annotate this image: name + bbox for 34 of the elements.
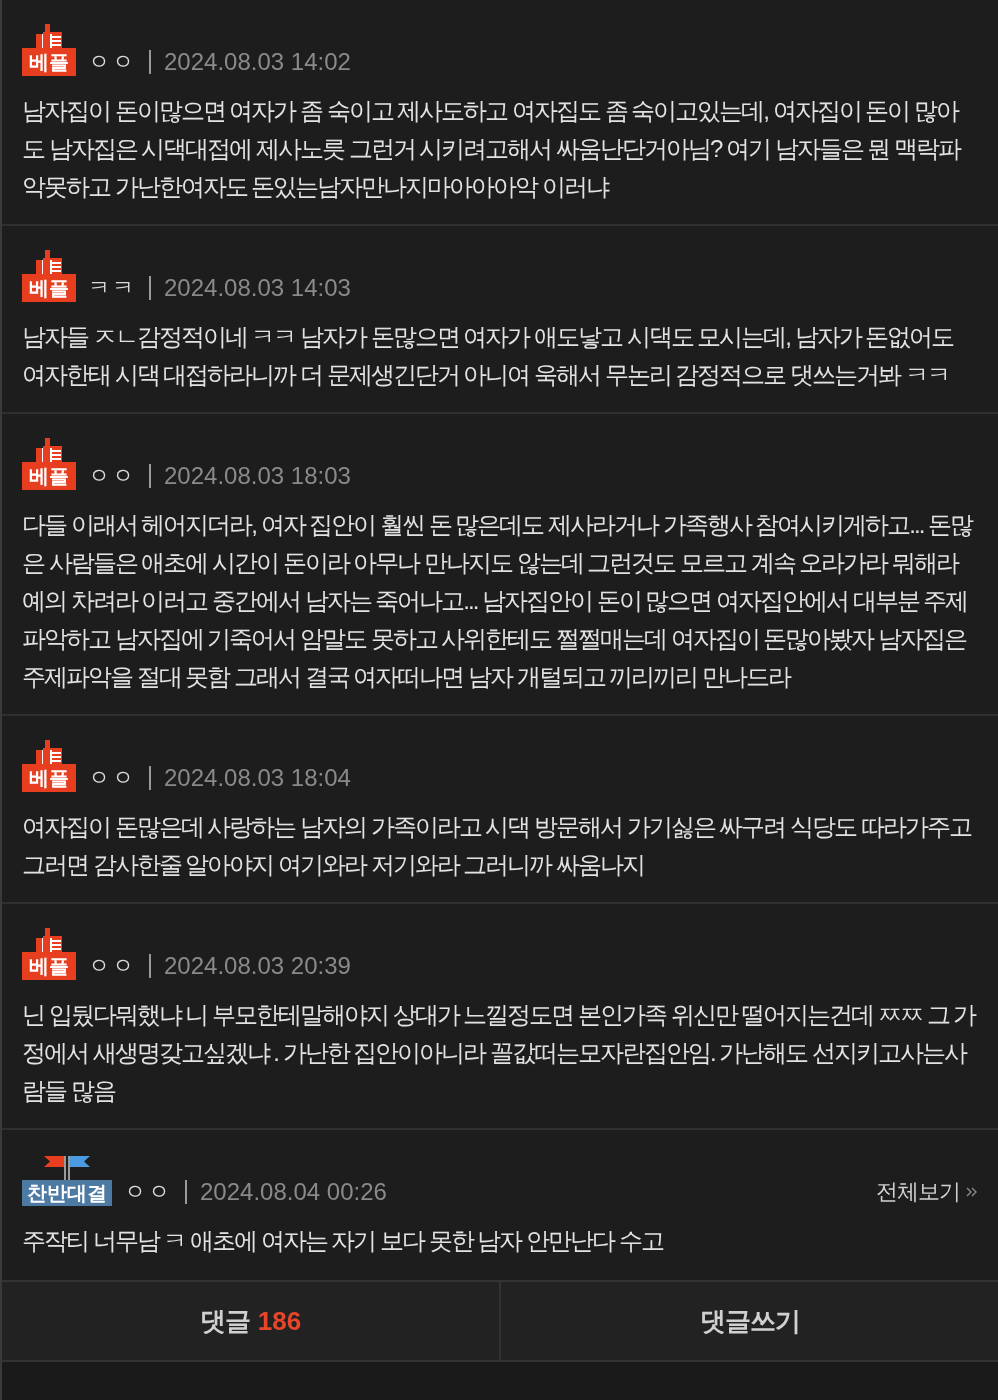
thumbs-up-icon [36,250,62,274]
thumbs-up-icon [36,740,62,764]
thumbs-up-icon [36,438,62,462]
best-badge: 베플 [22,274,76,302]
thumbs-up-icon [36,24,62,48]
double-chevron-icon [966,1186,978,1198]
view-all-link[interactable]: 전체보기 [876,1178,978,1206]
comment-date: 2024.08.03 18:04 [164,764,351,792]
nickname: ㅇㅇ [124,1178,172,1206]
comments-count-button[interactable]: 댓글 186 [2,1282,501,1360]
nickname: ㅇㅇ [88,48,136,76]
write-comment-button[interactable]: 댓글쓰기 [501,1282,998,1360]
comment-date: 2024.08.03 14:02 [164,48,351,76]
best-badge: 베플 [22,48,76,76]
nickname: ㅋㅋ [88,274,136,302]
thumbs-up-icon [36,928,62,952]
best-badge: 베플 [22,462,76,490]
nickname: ㅇㅇ [88,952,136,980]
nickname: ㅇㅇ [88,462,136,490]
comment-date: 2024.08.03 20:39 [164,952,351,980]
comment-date: 2024.08.04 00:26 [200,1178,387,1206]
best-badge: 베플 [22,764,76,792]
comment-date: 2024.08.03 14:03 [164,274,351,302]
comment-text: 주작티 너무남 ㅋ 애초에 여자는 자기 보다 못한 남자 안만난다 수고 [22,1226,665,1256]
comment-text: 여자집이 돈많은데 사랑하는 남자의 가족이라고 시댁 방문해서 가기싫은 싸구려 식당도 따라가주고 그러면 감사한줄 알아야지 여기와라 저기와라 그러니까 싸움나지 [22,812,973,880]
flags-icon [44,1154,90,1180]
best-badge: 베플 [22,952,76,980]
debate-badge: 찬반대결 [22,1180,112,1206]
comment-text: 닌 입뒀다뭐했냐 니 부모한테말해야지 상대가 느낄정도면 본인가족 위신만 떨어지는건데 ㅉㅉ 그 가정에서 새생명갖고싶겠냐 . 가난한 집안이아니라 꼴값떠는모자란집안임. 가난해도 선지키고사는사람들 많음 [22,1000,977,1106]
comment-text: 남자집이 돈이많으면 여자가 좀 숙이고 제사도하고 여자집도 좀 숙이고있는데, 여자집이 돈이 많아도 남자집은 시댁대접에 제사노릇 그런거 시키려고해서 싸움난단거아님? 여기 남자들은 뭔 맥락파악못하고 가난한여자도 돈있는남자만나지마아아아악 이러냐 [22,96,962,202]
nickname: ㅇㅇ [88,764,136,792]
comment-date: 2024.08.03 18:03 [164,462,351,490]
comment-text: 다들 이래서 헤어지더라, 여자 집안이 훨씬 돈 많은데도 제사라거나 가족행사 참여시키게하고... 돈많은 사람들은 애초에 시간이 돈이라 아무나 만나지도 않는데 그런것도 모르고 계속 오라가라 뭐해라 예의 차려라 이러고 중간에서 남자는 죽어나고... 남자집안이 돈이 많으면 여자집안에서 대부분 주제파악하고 남자집에 기죽어서 암말도 못하고 사위한테도 쩔쩔매는데 여자집이 돈많아봤자 남자집은 주제파악을 절대 못함 그래서 결국 여자떠나면 남자 개털되고 끼리끼리 만나드라 [22,510,974,692]
comment-text: 남자들 ㅈㄴ감정적이네 ㅋㅋ 남자가 돈많으면 여자가 애도낳고 시댁도 모시는데, 남자가 돈없어도 여자한태 시댁 대접하라니까 더 문제생긴단거 아니여 욱해서 무논리 감정적으로 댓쓰는거봐 ㅋㅋ [22,322,955,390]
